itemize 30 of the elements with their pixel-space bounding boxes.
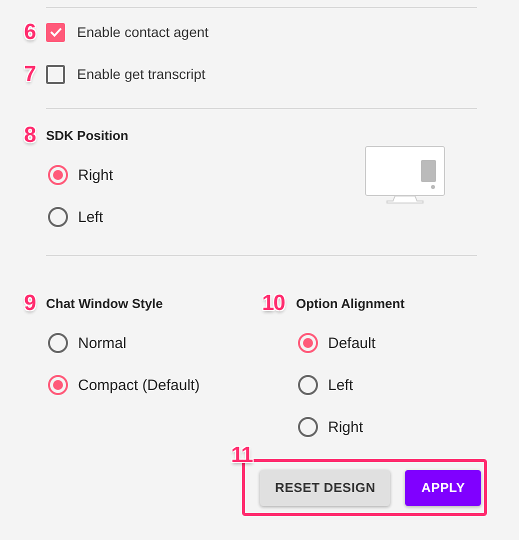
radio-label: Right [78, 166, 114, 184]
checkbox[interactable] [46, 64, 65, 84]
section-title: Chat Window Style [46, 294, 163, 313]
section-title: SDK Position [46, 126, 128, 144]
radio-label: Normal [78, 334, 126, 352]
monitor-preview-icon [365, 146, 446, 205]
radio-button[interactable] [48, 165, 68, 185]
callout-number: 7 [24, 63, 36, 85]
callout-number: 10 [262, 292, 284, 314]
radio-label: Left [78, 208, 104, 226]
radio-button[interactable] [48, 207, 68, 227]
callout-number: 8 [24, 124, 36, 146]
radio-button[interactable] [298, 375, 318, 395]
radio-button[interactable] [48, 375, 68, 395]
radio-label: Right [328, 418, 364, 436]
section-title: Option Alignment [296, 294, 405, 313]
callout-number: 6 [24, 21, 36, 43]
apply-button[interactable]: APPLY [405, 470, 482, 506]
radio-label: Left [328, 376, 354, 394]
radio-button[interactable] [298, 333, 318, 353]
checkbox-label: Enable contact agent [77, 24, 209, 40]
radio-label: Default [328, 334, 376, 352]
checkbox-label: Enable get transcript [77, 66, 206, 82]
radio-button[interactable] [48, 333, 68, 353]
checkbox[interactable] [46, 22, 65, 42]
reset-button[interactable]: RESET DESIGN [260, 470, 390, 506]
callout-number: 9 [24, 292, 36, 314]
radio-button[interactable] [298, 417, 318, 437]
checkmark-icon [50, 27, 62, 37]
radio-label: Compact (Default) [78, 376, 200, 394]
